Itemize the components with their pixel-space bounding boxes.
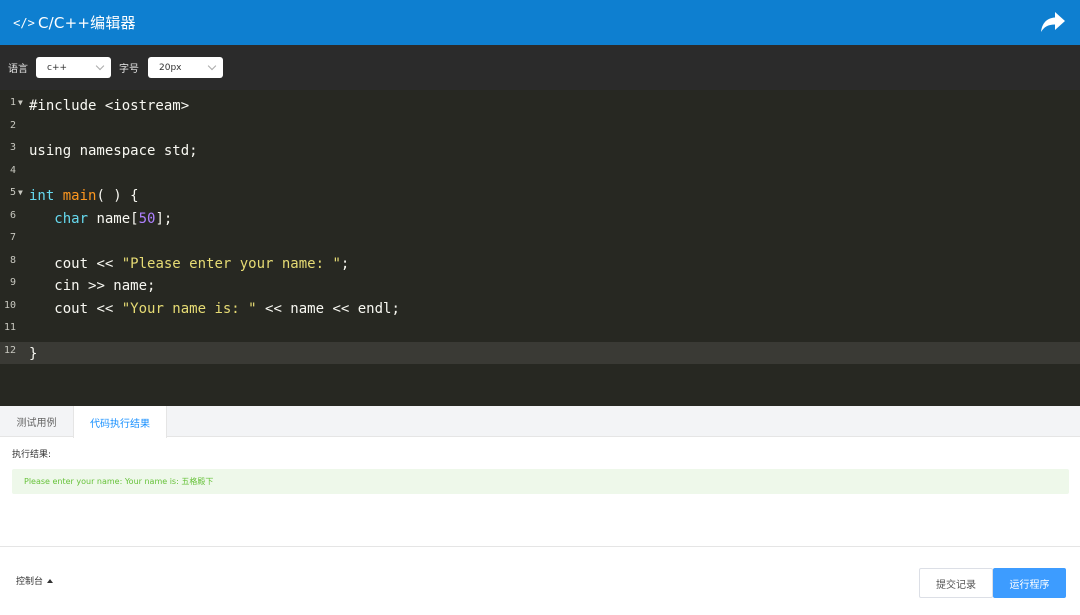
code-function: main	[62, 188, 97, 204]
code-text: name[	[88, 210, 139, 227]
code-text: cout <<	[54, 255, 122, 272]
code-text: cin >> name;	[54, 278, 156, 294]
line-number: 1	[9, 97, 16, 108]
app-header: </> C/C++编辑器	[0, 0, 1080, 45]
code-text: ( ) {	[96, 188, 139, 204]
font-size-label: 字号	[119, 64, 139, 75]
language-label: 语言	[8, 64, 28, 75]
code-string: "Your name is: "	[121, 300, 257, 317]
line-number: 4	[9, 164, 16, 176]
tab-test-cases[interactable]: 测试用例	[0, 406, 73, 437]
font-size-select-value: 20px	[159, 62, 182, 73]
line-number: 9	[9, 277, 16, 288]
line-number: 7	[9, 232, 16, 243]
code-line[interactable]: 9 cin >> name;	[0, 274, 1080, 297]
code-keyword: int	[29, 188, 55, 204]
code-line[interactable]: 3 using namespace std;	[0, 139, 1080, 162]
result-label: 执行结果:	[12, 450, 52, 460]
code-editor[interactable]: 1 ▼ #include <iostream> 2 3 using namesp…	[0, 90, 1080, 406]
language-select[interactable]: c++	[36, 57, 111, 78]
tab-execution-result[interactable]: 代码执行结果	[73, 406, 167, 438]
line-number: 5	[9, 187, 16, 198]
result-output: Please enter your name: Your name is: 五格…	[12, 469, 1069, 494]
code-line-active[interactable]: 12 }	[0, 341, 1080, 364]
code-text: using namespace std;	[29, 143, 198, 159]
result-tabs: 测试用例 代码执行结果	[0, 406, 1080, 438]
code-text: ;	[340, 255, 350, 272]
line-number: 2	[9, 119, 16, 131]
code-text: }	[29, 345, 38, 362]
line-number: 12	[3, 344, 16, 356]
code-line[interactable]: 5 ▼ int main( ) {	[0, 184, 1080, 207]
code-icon: </>	[13, 15, 35, 30]
code-text: cout <<	[54, 300, 122, 317]
code-number: 50	[138, 210, 156, 227]
line-number: 11	[3, 322, 16, 333]
line-number: 8	[9, 254, 16, 266]
run-program-button[interactable]: 运行程序	[993, 568, 1066, 598]
code-line[interactable]: 2	[0, 117, 1080, 140]
code-line[interactable]: 8 cout << "Please enter your name: ";	[0, 252, 1080, 275]
share-icon[interactable]	[1040, 10, 1066, 34]
console-label: 控制台	[16, 577, 44, 587]
line-number: 3	[9, 142, 16, 153]
chevron-down-icon	[95, 61, 105, 71]
console-toggle[interactable]: 控制台	[16, 574, 54, 587]
line-number: 10	[3, 299, 16, 311]
language-select-value: c++	[47, 62, 68, 73]
chevron-down-icon	[207, 61, 217, 71]
line-number: 6	[9, 209, 16, 221]
caret-up-icon	[47, 578, 54, 583]
fold-arrow-icon[interactable]: ▼	[18, 188, 23, 197]
code-line[interactable]: 7	[0, 229, 1080, 252]
font-size-select[interactable]: 20px	[148, 57, 223, 78]
code-line[interactable]: 11	[0, 319, 1080, 342]
fold-arrow-icon[interactable]: ▼	[18, 98, 23, 107]
code-text: #include <iostream>	[29, 98, 190, 114]
code-keyword: char	[54, 210, 89, 227]
code-text: ];	[155, 210, 173, 227]
page-title: C/C++编辑器	[38, 14, 136, 32]
result-output-text: Please enter your name: Your name is: 五格…	[24, 477, 214, 486]
editor-toolbar: 语言 c++ 字号 20px	[0, 45, 1080, 90]
code-line[interactable]: 10 cout << "Your name is: " << name << e…	[0, 297, 1080, 320]
code-line[interactable]: 4	[0, 162, 1080, 185]
code-text: << name << endl;	[256, 300, 400, 317]
code-line[interactable]: 6 char name[50];	[0, 207, 1080, 230]
result-panel: 测试用例 代码执行结果 执行结果: Please enter your name…	[0, 406, 1080, 547]
code-line[interactable]: 1 ▼ #include <iostream>	[0, 94, 1080, 117]
submission-history-button[interactable]: 提交记录	[919, 568, 993, 598]
code-string: "Please enter your name: "	[121, 255, 341, 272]
